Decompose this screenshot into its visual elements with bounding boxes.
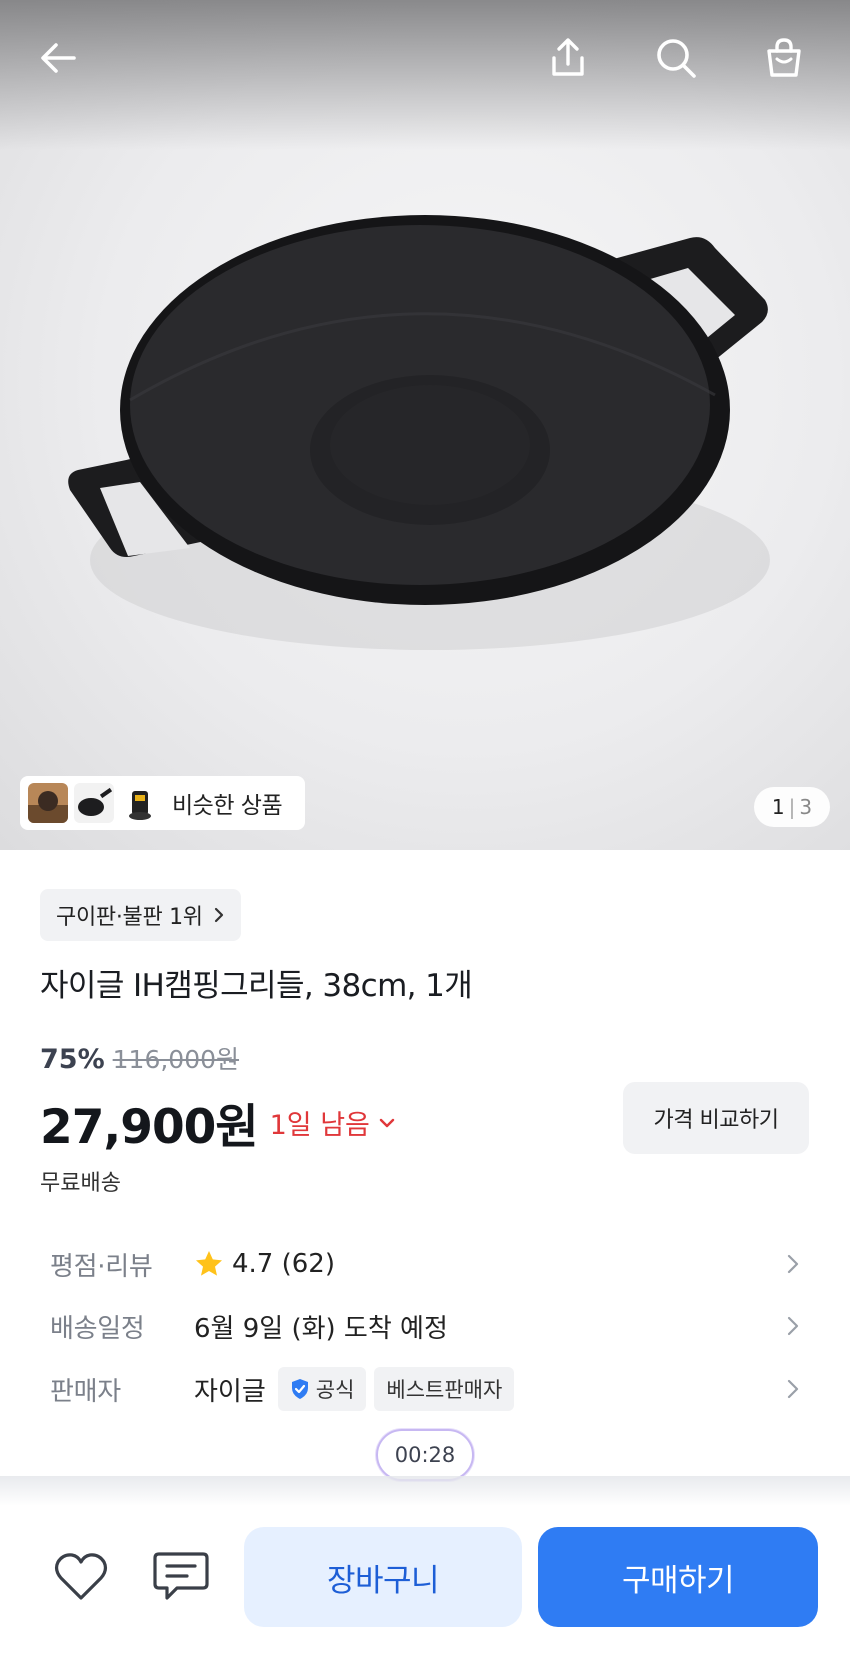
back-button[interactable] [28, 28, 88, 88]
time-remaining-label: 1일 남음 [269, 1110, 370, 1141]
current-page: 1 [771, 795, 785, 819]
delivery-schedule-row[interactable]: 배송일정 6월 9일 (화) 도착 예정 [0, 1298, 850, 1354]
buy-now-button[interactable]: 구매하기 [538, 1527, 818, 1627]
seller-value-group: 자이글 공식 베스트판매자 [194, 1367, 515, 1411]
seller-row[interactable]: 판매자 자이글 공식 베스트판매자 [0, 1361, 850, 1417]
rating-review-row[interactable]: 평점·리뷰 4.7 (62) [0, 1236, 850, 1292]
arrow-left-icon [41, 43, 76, 73]
chevron-right-icon [214, 907, 223, 923]
cart-header-button[interactable] [754, 28, 814, 88]
discount-row: 75% 116,000원 [40, 1040, 239, 1076]
price-compare-button[interactable]: 가격 비교하기 [623, 1082, 809, 1154]
seller-key: 판매자 [50, 1376, 121, 1407]
official-label: 공식 [315, 1378, 355, 1402]
chevron-right-icon [787, 1316, 799, 1336]
page-separator: | [788, 795, 796, 819]
wishlist-button[interactable] [46, 1542, 116, 1612]
countdown-timer: 00:28 [376, 1429, 474, 1481]
price-row: 27,900원 1일 남음 [40, 1088, 396, 1157]
similar-products-label: 비슷한 상품 [172, 793, 283, 819]
sale-price: 27,900원 [40, 1100, 259, 1155]
chevron-right-icon [787, 1379, 799, 1399]
original-price: 116,000원 [112, 1045, 240, 1074]
star-icon [196, 1251, 222, 1276]
rating-value-group: 4.7 (62) [194, 1249, 335, 1279]
similar-thumb-1 [28, 783, 68, 823]
shield-check-icon [291, 1379, 308, 1399]
chevron-right-icon [787, 1254, 799, 1274]
search-button[interactable] [646, 28, 706, 88]
chevron-down-icon [379, 1118, 395, 1127]
image-page-counter: 1 | 3 [754, 787, 830, 827]
similar-thumb-3 [120, 783, 160, 823]
inquiry-chat-button[interactable] [146, 1542, 216, 1612]
bottom-action-bar: 장바구니 구매하기 [0, 1506, 850, 1667]
add-to-cart-button[interactable]: 장바구니 [244, 1527, 522, 1627]
bottom-bar-shadow [0, 1476, 850, 1506]
rank-label: 구이판·불판 1위 [56, 905, 203, 930]
share-upload-icon [552, 38, 584, 76]
time-remaining-dropdown[interactable]: 1일 남음 [270, 1103, 396, 1142]
similar-thumb-2 [74, 783, 114, 823]
share-button[interactable] [538, 28, 598, 88]
best-seller-badge: 베스트판매자 [374, 1367, 515, 1411]
rating-value: 4.7 (62) [232, 1249, 335, 1279]
product-photo-pan [68, 215, 770, 650]
product-image-gallery[interactable]: 비슷한 상품 1 | 3 [0, 0, 850, 850]
search-icon [657, 39, 696, 78]
shopping-bag-icon [767, 38, 801, 77]
delivery-value: 6월 9일 (화) 도착 예정 [194, 1313, 448, 1344]
total-pages: 3 [799, 795, 813, 819]
delivery-key: 배송일정 [50, 1313, 145, 1344]
rating-key: 평점·리뷰 [50, 1251, 153, 1282]
product-title: 자이글 IH캠핑그리들, 38cm, 1개 [40, 968, 473, 1004]
free-shipping-label: 무료배송 [40, 1171, 121, 1196]
chat-icon [153, 1552, 209, 1600]
discount-rate: 75% [40, 1044, 105, 1075]
category-rank-badge[interactable]: 구이판·불판 1위 [40, 889, 241, 941]
seller-name: 자이글 [194, 1376, 266, 1407]
heart-icon [54, 1553, 108, 1600]
similar-products-button[interactable]: 비슷한 상품 [20, 776, 305, 830]
official-badge: 공식 [277, 1367, 367, 1411]
